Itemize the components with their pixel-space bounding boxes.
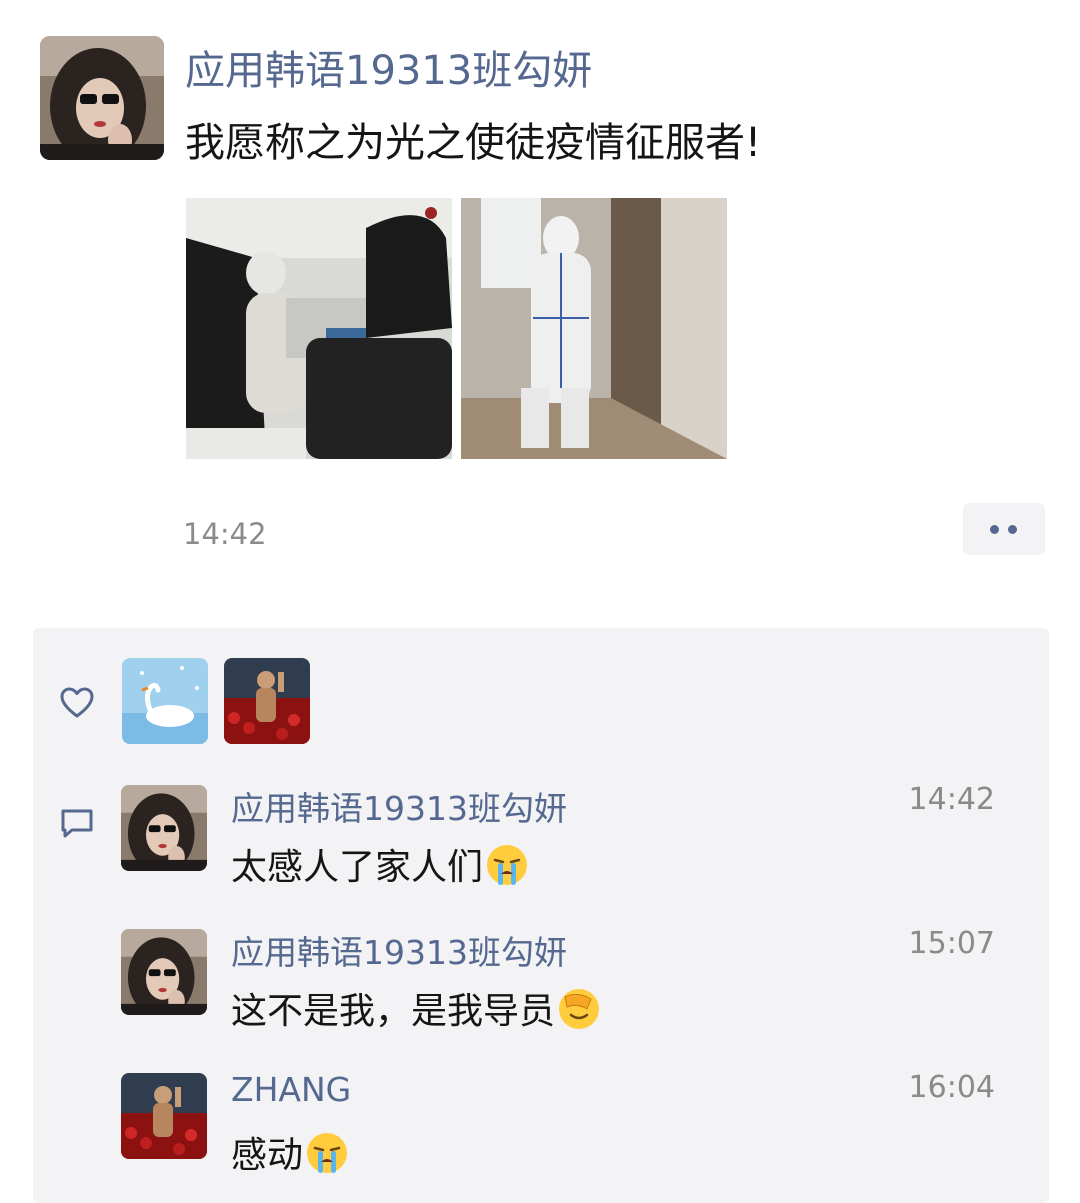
comment-text-content: 太感人了家人们 (231, 847, 484, 888)
comment-avatar[interactable] (121, 929, 207, 1015)
comment-avatar[interactable] (121, 785, 207, 871)
heart-icon (60, 687, 94, 723)
crying-face-icon (485, 843, 529, 896)
post-author-avatar[interactable] (40, 36, 164, 160)
more-options-button[interactable] (963, 503, 1045, 555)
facepalm-icon (557, 987, 601, 1040)
like-avatar-swan[interactable] (122, 658, 208, 744)
more-dot-icon (1008, 525, 1017, 534)
more-dot-icon (990, 525, 999, 534)
post-author-name[interactable]: 应用韩语19313班勾妍 (185, 38, 592, 96)
comment-time: 14:42 (908, 782, 995, 817)
post-photo-car[interactable] (186, 198, 452, 459)
post-time: 14:42 (183, 517, 267, 551)
comment-time: 15:07 (908, 926, 995, 961)
comment-author[interactable]: 应用韩语19313班勾妍 (231, 926, 567, 974)
comment-author[interactable]: 应用韩语19313班勾妍 (231, 782, 567, 830)
like-avatar-zhang[interactable] (224, 658, 310, 744)
comment-author[interactable]: ZHANG (231, 1070, 351, 1109)
comment-time: 16:04 (908, 1070, 995, 1105)
comment-text: 感动 (231, 1126, 349, 1184)
comment-text-content: 感动 (231, 1135, 304, 1176)
comment-avatar[interactable] (121, 1073, 207, 1159)
comment-text: 这不是我，是我导员 (231, 982, 601, 1040)
post-text: 我愿称之为光之使徒疫情征服者! (185, 120, 762, 166)
comment-text: 太感人了家人们 (231, 838, 529, 896)
comment-icon (60, 808, 94, 844)
comment-text-content: 这不是我，是我导员 (231, 991, 556, 1032)
crying-face-icon (305, 1131, 349, 1184)
post-photo-corridor[interactable] (461, 198, 727, 459)
